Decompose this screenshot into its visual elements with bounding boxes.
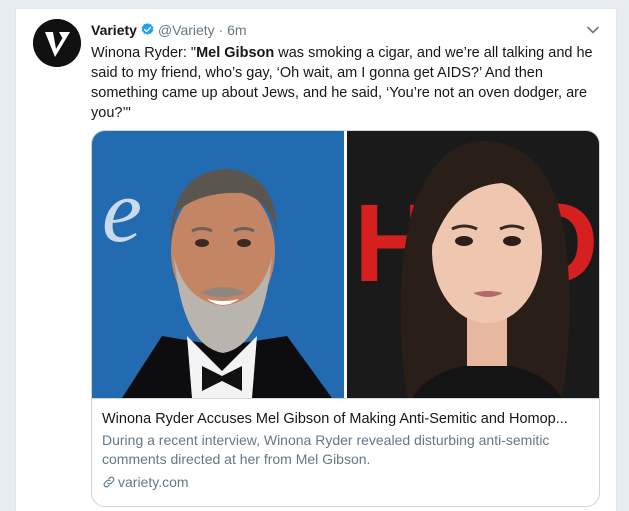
separator-dot: · [218,22,224,38]
tweet-text-prefix: Winona Ryder: " [91,45,197,61]
link-card-title[interactable]: Winona Ryder Accuses Mel Gibson of Makin… [102,410,592,428]
link-preview-image[interactable]: e [92,131,599,399]
tweet-text-bold: Mel Gibson [196,45,275,61]
tweet-header: Variety @Variety · 6m [91,21,247,39]
previous-tweet-edge [15,0,615,9]
left-backdrop-text: e [102,162,142,261]
right-photo: HBO [347,131,599,398]
avatar[interactable] [33,19,81,67]
tweet-card[interactable]: Variety @Variety · 6m Winona Ryder: "Mel … [15,9,617,511]
link-card-domain[interactable]: variety.com [102,473,189,491]
link-domain-text: variety.com [118,474,189,490]
chevron-down-icon[interactable] [586,23,600,37]
link-card-description: During a recent interview, Winona Ryder … [102,432,550,467]
link-preview-card[interactable]: e Winona Ryder Accuses Mel Gibson of Mak… [91,130,600,507]
link-icon [103,476,115,488]
left-photo: e [92,131,344,398]
variety-logo-icon [33,19,81,67]
tweet-text: Winona Ryder: "Mel Gibson was smoking a … [91,43,601,123]
verified-badge-icon [140,22,155,37]
author-name[interactable]: Variety [91,22,137,38]
author-handle[interactable]: @Variety [158,22,215,38]
tweet-timestamp[interactable]: 6m [227,22,246,38]
